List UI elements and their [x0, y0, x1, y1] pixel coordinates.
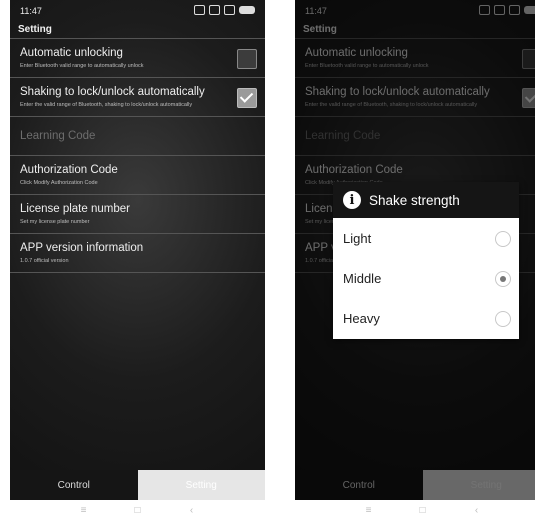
shake-strength-dialog: i Shake strength Light Middle Heavy	[333, 182, 519, 339]
radio-light[interactable]	[495, 231, 511, 247]
setting-title: License plate number	[20, 203, 130, 215]
shake-lock-checkbox[interactable]	[237, 88, 257, 108]
setting-license-plate[interactable]: License plate number Set my license plat…	[10, 195, 265, 234]
setting-subtitle: Set my license plate number	[20, 219, 90, 225]
system-nav-bar: ≡ □ ‹	[10, 500, 265, 520]
phone-left: 11:47 Setting Automatic unlocking Enter …	[10, 0, 265, 520]
setting-app-version[interactable]: APP version information 1.0.7 official v…	[10, 234, 265, 273]
status-time: 11:47	[20, 6, 42, 16]
setting-subtitle: Enter the valid range of Bluetooth, shak…	[20, 102, 193, 108]
screen: 11:47 Setting Automatic unlocking Enter …	[10, 0, 265, 500]
dialog-header: i Shake strength	[333, 182, 519, 218]
signal-icon	[209, 5, 220, 15]
phone-right: 11:47 Setting Automatic unlocking Enter …	[295, 0, 535, 520]
info-icon: i	[343, 191, 361, 209]
back-icon[interactable]: ‹	[472, 505, 482, 516]
menu-icon[interactable]: ≡	[79, 505, 89, 516]
page-title: Setting	[18, 24, 52, 35]
stage: 11:47 Setting Automatic unlocking Enter …	[0, 0, 535, 520]
setting-title: Shaking to lock/unlock automatically	[20, 86, 205, 98]
option-label: Light	[343, 231, 372, 246]
home-icon[interactable]: □	[418, 505, 428, 516]
menu-icon[interactable]: ≡	[364, 505, 374, 516]
option-label: Heavy	[343, 311, 380, 326]
status-icons	[194, 5, 255, 15]
option-heavy[interactable]: Heavy	[333, 298, 519, 338]
alarm-icon	[194, 5, 205, 15]
setting-automatic-unlocking[interactable]: Automatic unlocking Enter Bluetooth vali…	[10, 38, 265, 78]
system-nav-bar: ≡ □ ‹	[295, 500, 535, 520]
radio-heavy[interactable]	[495, 311, 511, 327]
setting-learning-code[interactable]: Learning Code	[10, 117, 265, 156]
settings-list: Automatic unlocking Enter Bluetooth vali…	[10, 38, 265, 273]
battery-icon	[239, 6, 255, 14]
tab-control[interactable]: Control	[10, 470, 138, 500]
setting-subtitle: Click Modify Authorization Code	[20, 180, 98, 186]
setting-title: Learning Code	[20, 130, 96, 142]
back-icon[interactable]: ‹	[187, 505, 197, 516]
radio-middle[interactable]	[495, 271, 511, 287]
setting-title: APP version information	[20, 242, 144, 254]
setting-title: Authorization Code	[20, 164, 118, 176]
setting-shake-lock-unlock[interactable]: Shaking to lock/unlock automatically Ent…	[10, 78, 265, 117]
wifi-icon	[224, 5, 235, 15]
dialog-title: Shake strength	[369, 192, 460, 208]
option-middle[interactable]: Middle	[333, 258, 519, 298]
bottom-tabs: Control Setting	[10, 470, 265, 500]
screen: 11:47 Setting Automatic unlocking Enter …	[295, 0, 535, 500]
setting-authorization-code[interactable]: Authorization Code Click Modify Authoriz…	[10, 156, 265, 195]
setting-title: Automatic unlocking	[20, 47, 123, 59]
automatic-unlocking-checkbox[interactable]	[237, 49, 257, 69]
setting-subtitle: Enter Bluetooth valid range to automatic…	[20, 63, 144, 69]
tab-setting[interactable]: Setting	[137, 470, 265, 500]
setting-subtitle: 1.0.7 official version	[20, 258, 69, 264]
option-label: Middle	[343, 271, 382, 286]
option-light[interactable]: Light	[333, 218, 519, 258]
app-title-bar: Setting	[10, 20, 265, 38]
status-bar: 11:47	[10, 0, 265, 20]
home-icon[interactable]: □	[133, 505, 143, 516]
